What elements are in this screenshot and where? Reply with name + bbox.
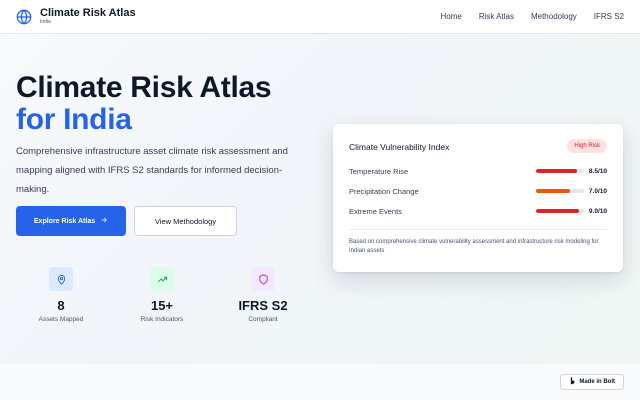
hero-description: Comprehensive infrastructure asset clima… [16,146,288,195]
bolt-logo-icon [569,377,576,387]
card-title: Climate Vulnerability Index [349,142,450,152]
stat-ifrs-compliance: IFRS S2 Compliant [233,267,293,323]
made-in-bolt-badge[interactable]: Made in Bolt [560,374,624,390]
stat-value: 8 [57,298,65,313]
shield-icon [251,267,275,291]
risk-row-precipitation: Precipitation Change 7.0/10 [349,185,607,197]
main-nav: Home Risk Atlas Methodology IFRS S2 [440,12,624,21]
hero-title-line2: for India [16,103,132,136]
stat-label: Risk Indicators [140,316,184,323]
bottom-section [0,364,640,400]
card-divider [349,229,607,230]
stat-risk-indicators: 15+ Risk Indicators [132,267,192,323]
progress-fill [536,209,580,213]
row-label: Temperature Rise [349,166,409,176]
row-label: Extreme Events [349,206,402,216]
row-value: 9.0/10 [588,207,607,215]
risk-level-badge: High Risk [567,139,607,153]
brand[interactable]: Climate Risk Atlas India [16,7,136,26]
progress-fill [536,169,577,173]
made-in-bolt-label: Made in Bolt [579,379,615,385]
risk-row-temperature: Temperature Rise 8.5/10 [349,165,607,177]
row-label: Precipitation Change [349,186,419,196]
brand-title: Climate Risk Atlas [40,7,136,19]
stat-label: Assets Mapped [38,316,84,323]
climate-vulnerability-card: Climate Vulnerability Index High Risk Te… [333,124,623,272]
stat-assets-mapped: 8 Assets Mapped [31,267,91,323]
brand-subtitle: India [40,19,51,25]
nav-link-ifrs-s2[interactable]: IFRS S2 [594,12,624,21]
nav-link-home[interactable]: Home [440,12,461,21]
progress-fill [536,189,570,193]
explore-risk-atlas-button[interactable]: Explore Risk Atlas [16,206,126,236]
map-pin-icon [49,267,73,291]
trending-up-icon [150,267,174,291]
stat-label: Compliant [248,316,278,323]
card-note: Based on comprehensive climate vulnerabi… [349,239,599,254]
arrow-right-icon [100,216,108,226]
stat-value: IFRS S2 [238,298,288,313]
hero-title: Climate Risk Atlas for India [16,71,272,136]
progress-track [536,189,584,193]
top-nav-bar: Climate Risk Atlas India Home Risk Atlas… [0,0,640,34]
row-value: 8.5/10 [588,167,607,175]
explore-button-label: Explore Risk Atlas [33,217,96,225]
row-value: 7.0/10 [588,187,607,195]
hero-title-line1: Climate Risk Atlas [16,71,272,104]
globe-icon [16,8,32,25]
nav-link-risk-atlas[interactable]: Risk Atlas [479,12,514,21]
view-methodology-button[interactable]: View Methodology [134,206,237,236]
progress-track [536,169,584,173]
risk-row-extreme-events: Extreme Events 9.0/10 [349,205,607,217]
stat-value: 15+ [150,298,174,313]
nav-link-methodology[interactable]: Methodology [531,12,577,21]
progress-track [536,209,584,213]
